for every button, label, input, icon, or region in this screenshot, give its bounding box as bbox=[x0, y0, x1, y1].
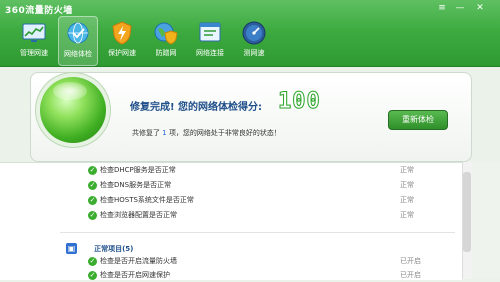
check-text: 检查DHCP服务是否正常 bbox=[100, 166, 176, 174]
nav-item-network-check[interactable]: 网络体检 bbox=[58, 16, 98, 66]
speedometer-icon bbox=[242, 21, 266, 45]
check-text: 检查DNS服务是否正常 bbox=[100, 181, 172, 189]
recheck-button[interactable]: 重新体检 bbox=[388, 110, 448, 130]
globe-shield-icon bbox=[154, 22, 178, 45]
check-icon: ✓ bbox=[88, 195, 97, 205]
result-title: 修复完成! 您的网络体检得分: bbox=[130, 102, 263, 113]
nav-label: 网络连接 bbox=[196, 49, 224, 57]
summary-suffix: 项，您的网络处于非常良好的状态！ bbox=[168, 129, 281, 137]
summary-prefix: 共修复了 bbox=[132, 129, 160, 137]
normal-item-text: 检查是否开启网速保护 bbox=[100, 271, 170, 279]
check-status: 正常 bbox=[400, 211, 414, 219]
nav-label: 保护网速 bbox=[108, 49, 136, 57]
check-status: 正常 bbox=[400, 196, 414, 204]
normal-item-text: 检查是否开启流量防火墙 bbox=[100, 257, 177, 265]
nav-item-protect-speed[interactable]: 保护网速 bbox=[102, 16, 142, 64]
check-icon: ✓ bbox=[88, 256, 97, 266]
normal-item-row: ✓ 检查是否开启流量防火墙 已开启 bbox=[88, 254, 428, 268]
check-icon: ✓ bbox=[88, 210, 97, 220]
close-icon[interactable]: ✕ bbox=[472, 2, 488, 14]
scrollbar-thumb[interactable] bbox=[463, 172, 471, 252]
normal-item-status: 已开启 bbox=[400, 257, 421, 265]
normal-item-status: 已开启 bbox=[400, 271, 421, 279]
nav-item-manage-speed[interactable]: 管理网速 bbox=[14, 16, 54, 64]
score-value: 100 bbox=[278, 89, 321, 115]
orb-shine bbox=[53, 82, 87, 100]
normal-items-title: 正常项目(5) bbox=[94, 244, 134, 253]
menu-icon[interactable]: ≡ bbox=[434, 2, 450, 14]
section-divider bbox=[60, 232, 455, 233]
result-summary: 共修复了 1 项，您的网络处于非常良好的状态！ bbox=[132, 128, 281, 138]
repaired-count: 1 bbox=[162, 129, 167, 137]
check-row: ✓ 检查DNS服务是否正常 正常 bbox=[88, 178, 428, 192]
monitor-chart-icon bbox=[22, 23, 46, 42]
nav-label: 管理网速 bbox=[20, 49, 48, 57]
nav-label: 防蹭网 bbox=[155, 49, 177, 57]
check-row: ✓ 检查浏览器配置是否正常 正常 bbox=[88, 208, 428, 222]
normal-items-header[interactable]: ▣ 正常项目(5) bbox=[66, 238, 446, 254]
check-row: ✓ 检查HOSTS系统文件是否正常 正常 bbox=[88, 193, 428, 207]
globe-check-icon bbox=[67, 22, 89, 44]
check-text: 检查HOSTS系统文件是否正常 bbox=[100, 196, 194, 204]
check-text: 检查浏览器配置是否正常 bbox=[100, 211, 177, 219]
nav-item-anti-leech[interactable]: 防蹭网 bbox=[146, 16, 186, 64]
check-icon: ✓ bbox=[88, 180, 97, 190]
normal-item-row: ✓ 检查是否开启网速保护 已开启 bbox=[88, 268, 428, 282]
check-row: ✓ 检查DHCP服务是否正常 正常 bbox=[88, 163, 428, 177]
nav-label: 测网速 bbox=[243, 49, 265, 57]
check-status: 正常 bbox=[400, 181, 414, 189]
right-margin bbox=[472, 162, 500, 279]
app-title: 360流量防火墙 bbox=[5, 6, 73, 16]
check-status: 正常 bbox=[400, 166, 414, 174]
shield-lightning-icon bbox=[112, 21, 132, 45]
network-window-icon bbox=[199, 22, 221, 42]
nav-item-speed-test[interactable]: 测网速 bbox=[234, 16, 274, 64]
check-icon: ✓ bbox=[88, 270, 97, 280]
nav-label: 网络体检 bbox=[64, 50, 92, 58]
check-icon: ✓ bbox=[88, 165, 97, 175]
nav-item-network-connection[interactable]: 网络连接 bbox=[190, 16, 230, 64]
minimize-icon[interactable]: — bbox=[452, 2, 468, 14]
normal-items-icon: ▣ bbox=[66, 243, 77, 254]
